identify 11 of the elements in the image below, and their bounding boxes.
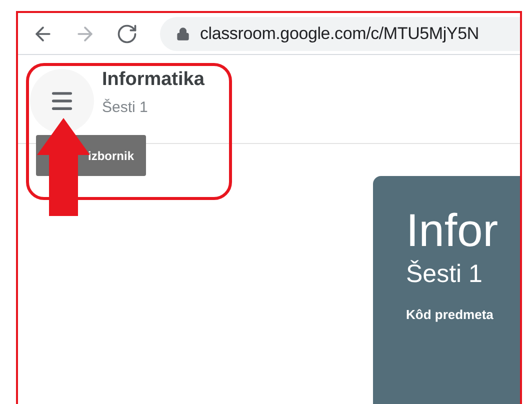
address-bar[interactable]: classroom.google.com/c/MTU5MjY5N <box>160 16 520 50</box>
class-section: Šesti 1 <box>102 98 204 116</box>
menu-button[interactable] <box>30 69 94 133</box>
up-arrow-icon <box>37 118 90 216</box>
banner-title: Infor <box>406 203 500 258</box>
url-text: classroom.google.com/c/MTU5MjY5N <box>200 24 479 44</box>
banner-section: Šesti 1 <box>406 260 520 289</box>
reload-icon[interactable] <box>116 22 138 44</box>
class-name[interactable]: Informatika <box>102 68 204 90</box>
lock-icon <box>176 26 190 40</box>
class-code-label: Kôd predmeta <box>406 307 494 322</box>
